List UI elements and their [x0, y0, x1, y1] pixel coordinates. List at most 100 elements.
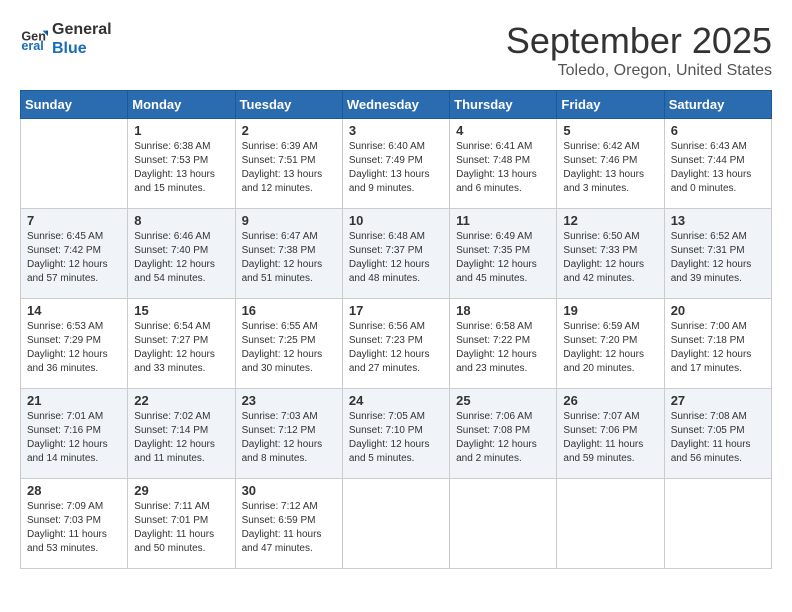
title-section: September 2025 Toledo, Oregon, United St… [506, 20, 772, 80]
day-number: 15 [134, 303, 228, 318]
day-number: 7 [27, 213, 121, 228]
page-header: Gen eral General Blue September 2025 Tol… [20, 20, 772, 80]
calendar-cell: 13Sunrise: 6:52 AM Sunset: 7:31 PM Dayli… [664, 209, 771, 299]
logo-line1: General [52, 20, 112, 39]
day-number: 16 [242, 303, 336, 318]
day-info: Sunrise: 7:05 AM Sunset: 7:10 PM Dayligh… [349, 410, 443, 466]
day-info: Sunrise: 7:03 AM Sunset: 7:12 PM Dayligh… [242, 410, 336, 466]
day-number: 30 [242, 483, 336, 498]
day-info: Sunrise: 6:38 AM Sunset: 7:53 PM Dayligh… [134, 140, 228, 196]
calendar-cell: 21Sunrise: 7:01 AM Sunset: 7:16 PM Dayli… [21, 389, 128, 479]
svg-text:eral: eral [21, 39, 43, 53]
month-title: September 2025 [506, 20, 772, 62]
location-title: Toledo, Oregon, United States [506, 62, 772, 80]
weekday-header-thursday: Thursday [450, 91, 557, 119]
calendar-cell: 15 Sunrise: 6:54 AM Sunset: 7:27 PM Dayli… [128, 299, 235, 389]
logo-line2: Blue [52, 39, 112, 58]
day-number: 28 [27, 483, 121, 498]
calendar-cell: 8 Sunrise: 6:46 AM Sunset: 7:40 PM Daylig… [128, 209, 235, 299]
day-number: 1 [134, 123, 228, 138]
day-info: Sunrise: 7:00 AM Sunset: 7:18 PM Dayligh… [671, 320, 765, 376]
calendar-cell: 1 Sunrise: 6:38 AM Sunset: 7:53 PM Daylig… [128, 119, 235, 209]
day-info: Sunrise: 6:41 AM Sunset: 7:48 PM Dayligh… [456, 140, 550, 196]
day-number: 5 [563, 123, 657, 138]
calendar-cell: 28 Sunrise: 7:09 AM Sunset: 7:03 PM Dayli… [21, 479, 128, 569]
calendar-cell: 2 Sunrise: 6:39 AM Sunset: 7:51 PM Daylig… [235, 119, 342, 209]
day-number: 3 [349, 123, 443, 138]
day-number: 17 [349, 303, 443, 318]
calendar-cell: 6 Sunrise: 6:43 AM Sunset: 7:44 PM Daylig… [664, 119, 771, 209]
day-info: Sunrise: 7:09 AM Sunset: 7:03 PM Dayligh… [27, 500, 121, 556]
day-info: Sunrise: 6:53 AM Sunset: 7:29 PM Dayligh… [27, 320, 121, 376]
day-info: Sunrise: 6:58 AM Sunset: 7:22 PM Dayligh… [456, 320, 550, 376]
day-info: Sunrise: 6:55 AM Sunset: 7:25 PM Dayligh… [242, 320, 336, 376]
calendar-week-row: 21Sunrise: 7:01 AM Sunset: 7:16 PM Dayli… [21, 389, 772, 479]
day-info: Sunrise: 6:59 AM Sunset: 7:20 PM Dayligh… [563, 320, 657, 376]
calendar-week-row: 1 Sunrise: 6:38 AM Sunset: 7:53 PM Daylig… [21, 119, 772, 209]
day-info: Sunrise: 6:47 AM Sunset: 7:38 PM Dayligh… [242, 230, 336, 286]
calendar-cell: 5 Sunrise: 6:42 AM Sunset: 7:46 PM Daylig… [557, 119, 664, 209]
day-info: Sunrise: 6:54 AM Sunset: 7:27 PM Dayligh… [134, 320, 228, 376]
weekday-header-saturday: Saturday [664, 91, 771, 119]
day-info: Sunrise: 6:40 AM Sunset: 7:49 PM Dayligh… [349, 140, 443, 196]
day-number: 19 [563, 303, 657, 318]
day-number: 22 [134, 393, 228, 408]
calendar-cell: 4 Sunrise: 6:41 AM Sunset: 7:48 PM Daylig… [450, 119, 557, 209]
calendar-cell: 12 Sunrise: 6:50 AM Sunset: 7:33 PM Dayli… [557, 209, 664, 299]
day-number: 6 [671, 123, 765, 138]
day-info: Sunrise: 6:50 AM Sunset: 7:33 PM Dayligh… [563, 230, 657, 286]
calendar-cell: 10Sunrise: 6:48 AM Sunset: 7:37 PM Dayli… [342, 209, 449, 299]
calendar: SundayMondayTuesdayWednesdayThursdayFrid… [20, 90, 772, 569]
day-info: Sunrise: 6:56 AM Sunset: 7:23 PM Dayligh… [349, 320, 443, 376]
day-info: Sunrise: 7:07 AM Sunset: 7:06 PM Dayligh… [563, 410, 657, 466]
day-info: Sunrise: 6:43 AM Sunset: 7:44 PM Dayligh… [671, 140, 765, 196]
day-number: 4 [456, 123, 550, 138]
weekday-header-wednesday: Wednesday [342, 91, 449, 119]
weekday-header-sunday: Sunday [21, 91, 128, 119]
calendar-cell: 25Sunrise: 7:06 AM Sunset: 7:08 PM Dayli… [450, 389, 557, 479]
day-number: 29 [134, 483, 228, 498]
day-number: 9 [242, 213, 336, 228]
day-number: 24 [349, 393, 443, 408]
calendar-cell: 19 Sunrise: 6:59 AM Sunset: 7:20 PM Dayli… [557, 299, 664, 389]
calendar-cell: 9 Sunrise: 6:47 AM Sunset: 7:38 PM Daylig… [235, 209, 342, 299]
calendar-cell: 3 Sunrise: 6:40 AM Sunset: 7:49 PM Daylig… [342, 119, 449, 209]
calendar-cell: 22 Sunrise: 7:02 AM Sunset: 7:14 PM Dayli… [128, 389, 235, 479]
day-number: 25 [456, 393, 550, 408]
calendar-cell [342, 479, 449, 569]
calendar-cell [21, 119, 128, 209]
day-info: Sunrise: 6:45 AM Sunset: 7:42 PM Dayligh… [27, 230, 121, 286]
calendar-cell: 18 Sunrise: 6:58 AM Sunset: 7:22 PM Dayli… [450, 299, 557, 389]
day-info: Sunrise: 7:02 AM Sunset: 7:14 PM Dayligh… [134, 410, 228, 466]
calendar-cell: 24 Sunrise: 7:05 AM Sunset: 7:10 PM Dayli… [342, 389, 449, 479]
calendar-cell: 26Sunrise: 7:07 AM Sunset: 7:06 PM Dayli… [557, 389, 664, 479]
day-number: 23 [242, 393, 336, 408]
day-number: 18 [456, 303, 550, 318]
day-number: 2 [242, 123, 336, 138]
calendar-cell [664, 479, 771, 569]
day-info: Sunrise: 7:08 AM Sunset: 7:05 PM Dayligh… [671, 410, 765, 466]
day-number: 27 [671, 393, 765, 408]
calendar-cell: 11Sunrise: 6:49 AM Sunset: 7:35 PM Dayli… [450, 209, 557, 299]
day-number: 8 [134, 213, 228, 228]
day-info: Sunrise: 6:49 AM Sunset: 7:35 PM Dayligh… [456, 230, 550, 286]
calendar-cell [557, 479, 664, 569]
calendar-cell: 27 Sunrise: 7:08 AM Sunset: 7:05 PM Dayli… [664, 389, 771, 479]
logo: Gen eral General Blue [20, 20, 112, 58]
calendar-week-row: 7 Sunrise: 6:45 AM Sunset: 7:42 PM Daylig… [21, 209, 772, 299]
weekday-header-tuesday: Tuesday [235, 91, 342, 119]
calendar-cell: 16 Sunrise: 6:55 AM Sunset: 7:25 PM Dayli… [235, 299, 342, 389]
weekday-header-friday: Friday [557, 91, 664, 119]
day-info: Sunrise: 7:01 AM Sunset: 7:16 PM Dayligh… [27, 410, 121, 466]
day-info: Sunrise: 7:12 AM Sunset: 6:59 PM Dayligh… [242, 500, 336, 556]
day-info: Sunrise: 6:52 AM Sunset: 7:31 PM Dayligh… [671, 230, 765, 286]
day-info: Sunrise: 6:46 AM Sunset: 7:40 PM Dayligh… [134, 230, 228, 286]
day-info: Sunrise: 6:42 AM Sunset: 7:46 PM Dayligh… [563, 140, 657, 196]
day-info: Sunrise: 6:39 AM Sunset: 7:51 PM Dayligh… [242, 140, 336, 196]
day-number: 12 [563, 213, 657, 228]
calendar-cell: 7 Sunrise: 6:45 AM Sunset: 7:42 PM Daylig… [21, 209, 128, 299]
day-number: 14 [27, 303, 121, 318]
calendar-week-row: 28 Sunrise: 7:09 AM Sunset: 7:03 PM Dayli… [21, 479, 772, 569]
logo-icon: Gen eral [20, 25, 48, 53]
day-number: 10 [349, 213, 443, 228]
